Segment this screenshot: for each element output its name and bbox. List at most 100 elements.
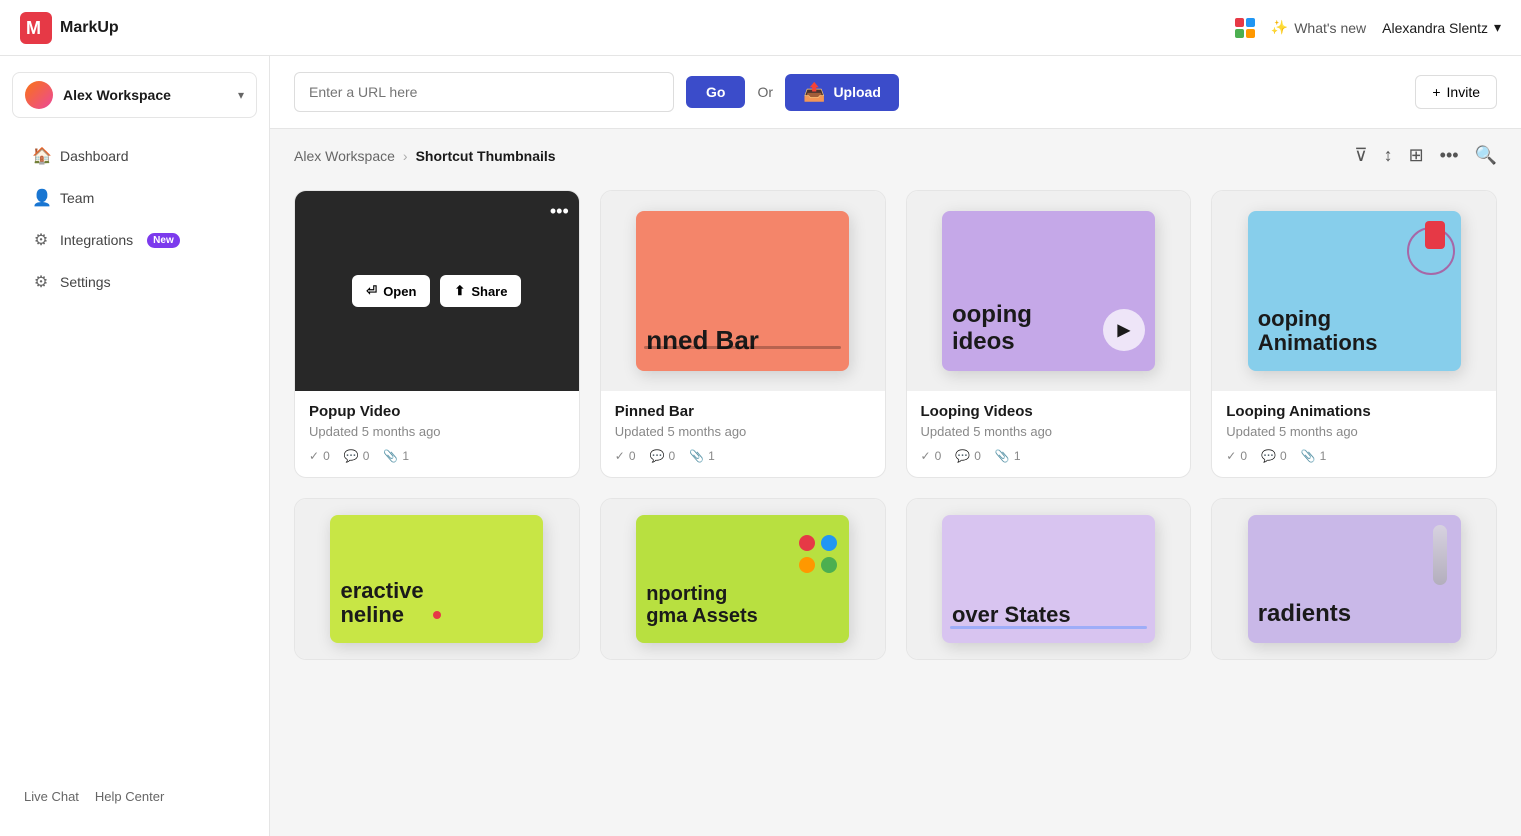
comment-icon: 💬 [344, 449, 359, 463]
workspace-avatar [25, 81, 53, 109]
open-button[interactable]: ⏎ Open [352, 275, 430, 307]
card-looping-videos[interactable]: oopingideos ▶ Looping Videos Updated 5 m… [906, 190, 1192, 478]
card-pinned-bar[interactable]: nned Bar Pinned Bar Updated 5 months ago… [600, 190, 886, 478]
thumb-text-interactive-timeline: eractiveneline [340, 579, 423, 627]
comment-icon: 💬 [955, 449, 970, 463]
upload-label: Upload [833, 84, 880, 100]
attachment-icon: 📎 [689, 449, 704, 463]
breadcrumb-separator: › [403, 148, 408, 164]
card-body-looping-videos: Looping Videos Updated 5 months ago ✓ 0 … [907, 391, 1191, 477]
whats-new-label: What's new [1294, 20, 1366, 36]
sidebar-label-team: Team [60, 190, 94, 206]
attachment-icon: 📎 [383, 449, 398, 463]
comment-icon: 💬 [650, 449, 665, 463]
card-title-looping-videos: Looping Videos [921, 403, 1177, 420]
sidebar: Alex Workspace ▾ 🏠 Dashboard 👤 Team ⚙ In… [0, 56, 270, 836]
plus-icon: + [1432, 84, 1440, 100]
share-icon: ⬆ [454, 283, 465, 299]
card-updated-popup-video: Updated 5 months ago [309, 424, 565, 439]
card-stats-looping-videos: ✓ 0 💬 0 📎 1 [921, 449, 1177, 463]
card-body-pinned-bar: Pinned Bar Updated 5 months ago ✓ 0 💬 0 … [601, 391, 885, 477]
card-hover-states[interactable]: over States [906, 498, 1192, 660]
go-button[interactable]: Go [686, 76, 745, 108]
card-popup-video[interactable]: ⏎ Open ⬆ Share ••• Popup Video Updated 5… [294, 190, 580, 478]
view-icon[interactable]: ⊞ [1409, 145, 1424, 166]
card-thumb-interactive-timeline: eractiveneline [295, 499, 579, 659]
thumb-inner-interactive-timeline: eractiveneline [330, 515, 543, 643]
play-button: ▶ [1103, 309, 1145, 351]
share-button[interactable]: ⬆ Share [440, 275, 521, 307]
card-stats-pinned-bar: ✓ 0 💬 0 📎 1 [615, 449, 871, 463]
sidebar-item-settings[interactable]: ⚙ Settings [8, 262, 261, 302]
thumb-inner-pinned-bar: nned Bar [636, 211, 849, 371]
user-menu[interactable]: Alexandra Slentz ▾ [1382, 19, 1501, 36]
upload-button[interactable]: 📤 Upload [785, 74, 899, 111]
card-menu-icon[interactable]: ••• [550, 201, 569, 222]
sidebar-label-dashboard: Dashboard [60, 148, 129, 164]
home-icon: 🏠 [32, 146, 50, 166]
thumb-inner-hover-states: over States [942, 515, 1155, 643]
comment-icon: 💬 [1261, 449, 1276, 463]
help-center-link[interactable]: Help Center [95, 789, 164, 804]
card-title-looping-animations: Looping Animations [1226, 403, 1482, 420]
card-thumb-importing-figma: nportinggma Assets [601, 499, 885, 659]
card-title-pinned-bar: Pinned Bar [615, 403, 871, 420]
card-title-popup-video: Popup Video [309, 403, 565, 420]
card-thumb-popup-video: ⏎ Open ⬆ Share ••• [295, 191, 579, 391]
page-header: Alex Workspace › Shortcut Thumbnails ⊽ ↕… [270, 129, 1521, 174]
card-body-looping-animations: Looping Animations Updated 5 months ago … [1212, 391, 1496, 477]
live-chat-link[interactable]: Live Chat [24, 789, 79, 804]
attachment-icon: 📎 [995, 449, 1010, 463]
invite-label: Invite [1447, 84, 1480, 100]
open-label: Open [383, 284, 416, 299]
card-updated-looping-videos: Updated 5 months ago [921, 424, 1177, 439]
topnav-right: ✨ What's new Alexandra Slentz ▾ [1235, 18, 1501, 38]
sidebar-label-integrations: Integrations [60, 232, 133, 248]
card-stat-comments: 💬 0 [344, 449, 370, 463]
thumb-text-hover-states: over States [952, 603, 1071, 627]
thumb-text-importing-figma: nportinggma Assets [646, 583, 758, 627]
url-input[interactable] [294, 72, 674, 112]
sidebar-item-team[interactable]: 👤 Team [8, 178, 261, 218]
sidebar-label-settings: Settings [60, 274, 111, 290]
topnav: M MarkUp ✨ What's new Alexandra Slentz ▾ [0, 0, 1521, 56]
card-stats-looping-animations: ✓ 0 💬 0 📎 1 [1226, 449, 1482, 463]
sidebar-nav: 🏠 Dashboard 👤 Team ⚙ Integrations New ⚙ … [0, 134, 269, 304]
card-interactive-timeline[interactable]: eractiveneline [294, 498, 580, 660]
open-icon: ⏎ [366, 283, 377, 299]
workspace-selector[interactable]: Alex Workspace ▾ [12, 72, 257, 118]
filter-icon[interactable]: ⊽ [1354, 145, 1367, 166]
user-name: Alexandra Slentz [1382, 20, 1488, 36]
check-icon: ✓ [615, 449, 625, 463]
settings-icon: ⚙ [32, 272, 50, 292]
app-grid-icon[interactable] [1235, 18, 1255, 38]
sidebar-item-dashboard[interactable]: 🏠 Dashboard [8, 136, 261, 176]
check-icon: ✓ [309, 449, 319, 463]
invite-button[interactable]: + Invite [1415, 75, 1497, 109]
check-icon: ✓ [921, 449, 931, 463]
card-updated-pinned-bar: Updated 5 months ago [615, 424, 871, 439]
card-importing-figma[interactable]: nportinggma Assets [600, 498, 886, 660]
attachment-icon: 📎 [1301, 449, 1316, 463]
underline-deco-2 [950, 626, 1147, 629]
integrations-new-badge: New [147, 233, 180, 248]
whats-new-button[interactable]: ✨ What's new [1271, 19, 1366, 36]
main-content: Go Or 📤 Upload + Invite Alex Workspace ›… [270, 56, 1521, 836]
search-icon[interactable]: 🔍 [1475, 145, 1497, 166]
thumb-text-gradients: radients [1258, 601, 1351, 627]
workspace-chevron-icon: ▾ [238, 88, 244, 102]
url-bar: Go Or 📤 Upload + Invite [270, 56, 1521, 129]
sidebar-bottom: Live Chat Help Center [0, 773, 269, 820]
card-looping-animations[interactable]: oopingAnimations Looping Animations Upda… [1211, 190, 1497, 478]
sort-icon[interactable]: ↕ [1384, 145, 1393, 166]
card-gradients[interactable]: radients [1211, 498, 1497, 660]
thumb-inner-looping-videos: oopingideos ▶ [942, 211, 1155, 371]
underline-deco [644, 346, 841, 349]
team-icon: 👤 [32, 188, 50, 208]
sidebar-item-integrations[interactable]: ⚙ Integrations New [8, 220, 261, 260]
breadcrumb-workspace[interactable]: Alex Workspace [294, 148, 395, 164]
hover-overlay: ⏎ Open ⬆ Share [295, 191, 579, 391]
thumb-text-pinned-bar: nned Bar [646, 326, 759, 355]
more-icon[interactable]: ••• [1440, 145, 1459, 166]
user-chevron-icon: ▾ [1494, 19, 1501, 36]
